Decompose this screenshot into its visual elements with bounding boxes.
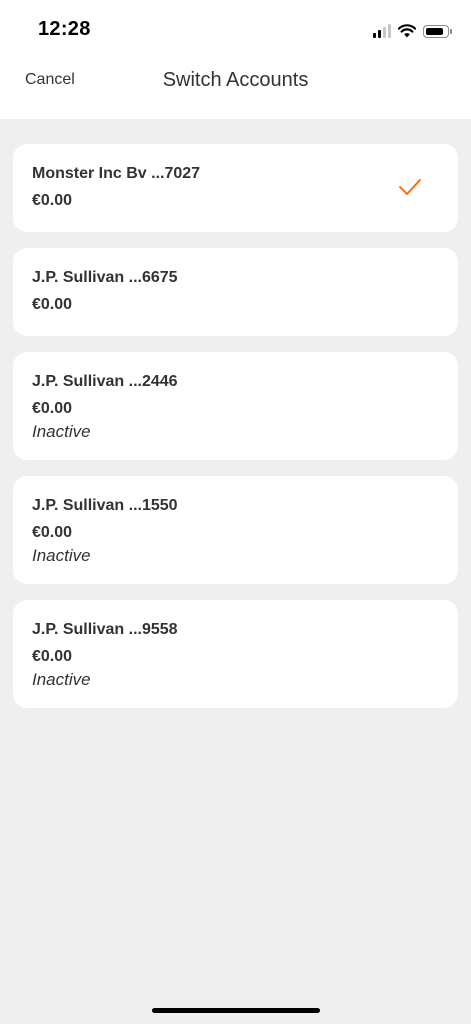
account-name: Monster Inc Bv ...7027 [32,165,201,182]
account-name: J.P. Sullivan ...9558 [32,621,178,638]
account-balance: €0.00 [32,648,73,665]
account-name: J.P. Sullivan ...1550 [32,497,178,514]
page-title: Switch Accounts [162,69,309,91]
account-name: J.P. Sullivan ...2446 [32,373,178,390]
wifi-icon [398,24,416,38]
account-balance: €0.00 [32,400,73,417]
account-status: Inactive [32,670,91,689]
signal-icon [373,24,391,38]
battery-icon [423,24,452,38]
account-status: Inactive [32,546,91,565]
account-card-2446[interactable]: J.P. Sullivan ...2446 €0.00 Inactive [13,352,458,460]
account-balance: €0.00 [32,192,73,209]
account-balance: €0.00 [32,296,73,313]
header: 12:28 Cancel Switch Accounts [0,0,471,119]
account-list: Monster Inc Bv ...7027 €0.00 J.P. Sulliv… [13,144,458,724]
status-icons [373,20,452,42]
account-card-9558[interactable]: J.P. Sullivan ...9558 €0.00 Inactive [13,600,458,708]
home-indicator[interactable] [152,1008,320,1013]
account-status: Inactive [32,422,91,441]
status-time: 12:28 [38,18,91,40]
account-card-6675[interactable]: J.P. Sullivan ...6675 €0.00 [13,248,458,336]
account-card-7027[interactable]: Monster Inc Bv ...7027 €0.00 [13,144,458,232]
account-card-1550[interactable]: J.P. Sullivan ...1550 €0.00 Inactive [13,476,458,584]
account-name: J.P. Sullivan ...6675 [32,269,178,286]
account-balance: €0.00 [32,524,73,541]
checkmark-icon [399,179,421,195]
